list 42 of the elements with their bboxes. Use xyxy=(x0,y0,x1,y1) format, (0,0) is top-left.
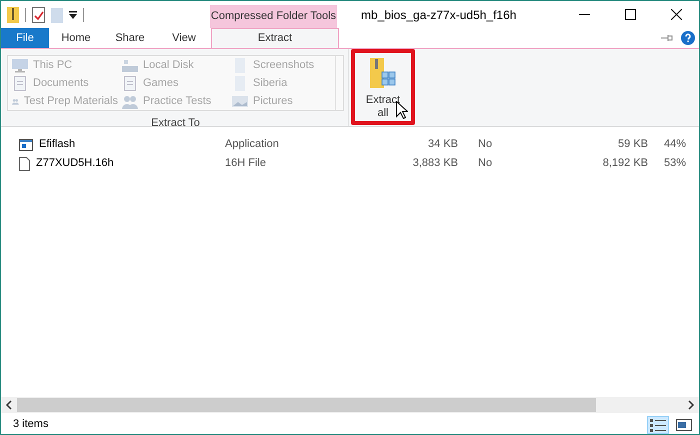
file-type-cell-text: 16H File xyxy=(224,156,267,172)
close-icon xyxy=(670,9,682,20)
file-name-cell[interactable]: Z77XUD5H.16h xyxy=(1,155,208,172)
maximize-icon xyxy=(624,9,636,20)
file-name-cell[interactable]: Efiflash xyxy=(1,136,208,153)
ratio-cell-text: 53% xyxy=(662,156,687,172)
ribbon-tab[interactable]: Home xyxy=(49,28,103,48)
minimize-icon xyxy=(578,14,590,16)
monitor-icon xyxy=(12,58,28,72)
ratio-cell-text: 44% xyxy=(662,137,687,152)
extract-all-button[interactable]: Extract all xyxy=(356,54,410,120)
group-label: Extract To xyxy=(151,117,200,129)
ribbon-tab[interactable]: File xyxy=(1,28,49,48)
file-icon xyxy=(19,156,30,170)
pin-icon[interactable] xyxy=(661,35,673,41)
password-cell-text: No xyxy=(477,156,494,172)
help-icon[interactable] xyxy=(681,31,695,45)
compressed-size-cell-text: 3,883 KB xyxy=(412,156,458,172)
window-title: mb_bios_ga-z77x-ud5h_f16h xyxy=(361,6,516,24)
dropdown-icon[interactable] xyxy=(69,10,77,18)
pictures-icon xyxy=(232,94,248,108)
people-icon xyxy=(122,94,138,108)
item-count: 3 items xyxy=(13,417,48,432)
zip-folder-icon[interactable] xyxy=(7,6,19,22)
properties-icon[interactable] xyxy=(32,6,45,22)
document-icon xyxy=(12,76,28,90)
size-cell-text: 8,192 KB xyxy=(602,156,648,172)
file-type-cell-text: Application xyxy=(224,137,280,152)
document-icon xyxy=(122,76,138,90)
zip-extract-icon xyxy=(370,58,396,90)
password-cell-text: No xyxy=(477,137,494,152)
compressed-size-cell-text: 34 KB xyxy=(427,137,458,152)
ribbon-tab[interactable]: Extract xyxy=(211,28,339,48)
context-tab-group-label: Compressed Folder Tools xyxy=(210,8,336,24)
details-view-button[interactable] xyxy=(647,416,669,434)
scrollbar-thumb[interactable] xyxy=(17,398,596,412)
drive-icon xyxy=(122,58,138,72)
size-cell-text: 59 KB xyxy=(617,137,648,152)
application-icon xyxy=(19,138,33,150)
ribbon-tab[interactable]: Share xyxy=(103,28,157,48)
ribbon-tab[interactable]: View xyxy=(157,28,211,48)
folder-icon xyxy=(232,58,248,72)
